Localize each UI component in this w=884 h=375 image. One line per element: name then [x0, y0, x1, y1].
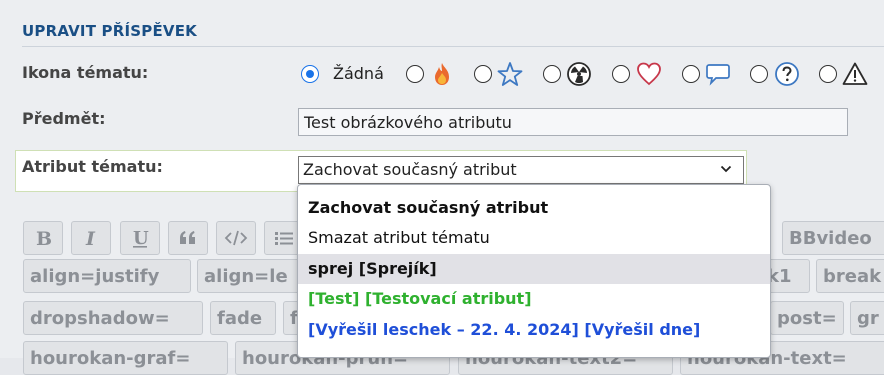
radioactive-icon — [567, 62, 591, 86]
bbcode-button-gr[interactable]: gr — [850, 301, 884, 335]
topic-icon-label: Ikona tématu: — [22, 63, 149, 82]
topic-attribute-label: Atribut tématu: — [22, 157, 163, 176]
italic-icon: I — [85, 228, 96, 249]
bold-button[interactable]: B — [23, 221, 63, 255]
attribute-option[interactable]: [Test] [Testovací atribut] — [298, 284, 770, 314]
fade-button[interactable]: fade — [210, 301, 276, 335]
edit-post-panel: UPRAVIT PŘÍSPĚVEK Ikona tématu: Žádná Př… — [0, 0, 884, 375]
quote-button[interactable] — [168, 221, 208, 255]
code-button[interactable] — [216, 221, 256, 255]
post-button[interactable]: post= — [770, 301, 844, 335]
align-left-button[interactable]: align=le — [197, 259, 307, 293]
quote-icon — [180, 231, 195, 244]
bold-icon: B — [36, 228, 52, 249]
topic-icon-radio-fire[interactable] — [406, 65, 424, 83]
speech-bubble-icon — [706, 64, 730, 86]
topic-icon-radio-none[interactable] — [301, 65, 319, 83]
topic-icon-radio-heart[interactable] — [612, 65, 630, 83]
attribute-option[interactable]: Smazat atribut tématu — [298, 223, 770, 253]
list-icon — [275, 232, 293, 245]
topic-icon-radio-radioactive[interactable] — [543, 65, 561, 83]
topic-attribute-selected-value: Zachovat současný atribut — [303, 160, 517, 179]
hourokan-graf-button[interactable]: hourokan-graf= — [23, 341, 228, 375]
section-divider — [22, 46, 884, 47]
topic-attribute-dropdown: Zachovat současný atribut Smazat atribut… — [297, 184, 771, 358]
heart-icon — [637, 62, 661, 86]
attribute-option[interactable]: Zachovat současný atribut — [298, 193, 770, 223]
bbvideo-button[interactable]: BBvideo — [782, 221, 884, 255]
topic-attribute-select[interactable]: Zachovat současný atribut — [298, 156, 744, 184]
topic-icon-radio-speech[interactable] — [682, 65, 700, 83]
italic-button[interactable]: I — [71, 221, 111, 255]
question-icon — [775, 62, 799, 86]
chevron-down-icon — [720, 165, 732, 173]
attribute-option[interactable]: sprej [Sprejík] — [298, 254, 770, 284]
underline-icon: U — [133, 228, 149, 249]
section-title: UPRAVIT PŘÍSPĚVEK — [22, 22, 198, 40]
topic-icon-radio-star[interactable] — [474, 65, 492, 83]
topic-icon-radio-question[interactable] — [750, 65, 768, 83]
fire-icon — [435, 63, 449, 85]
topic-icon-radio-warning[interactable] — [819, 65, 837, 83]
dropshadow-button[interactable]: dropshadow= — [23, 301, 203, 335]
align-justify-button[interactable]: align=justify — [23, 259, 191, 293]
subject-input[interactable]: Test obrázkového atributu — [298, 108, 848, 136]
svg-text:U: U — [133, 228, 149, 249]
svg-text:B: B — [36, 228, 52, 249]
break-button[interactable]: break — [816, 259, 884, 293]
star-icon — [497, 62, 523, 86]
subject-label: Předmět: — [22, 109, 106, 128]
attribute-option[interactable]: [Vyřešil leschek – 22. 4. 2024] [Vyřešil… — [298, 315, 770, 345]
code-icon — [224, 230, 248, 246]
warning-icon — [842, 62, 868, 85]
svg-text:I: I — [85, 228, 96, 249]
topic-icon-none-label: Žádná — [333, 64, 384, 83]
underline-button[interactable]: U — [120, 221, 160, 255]
